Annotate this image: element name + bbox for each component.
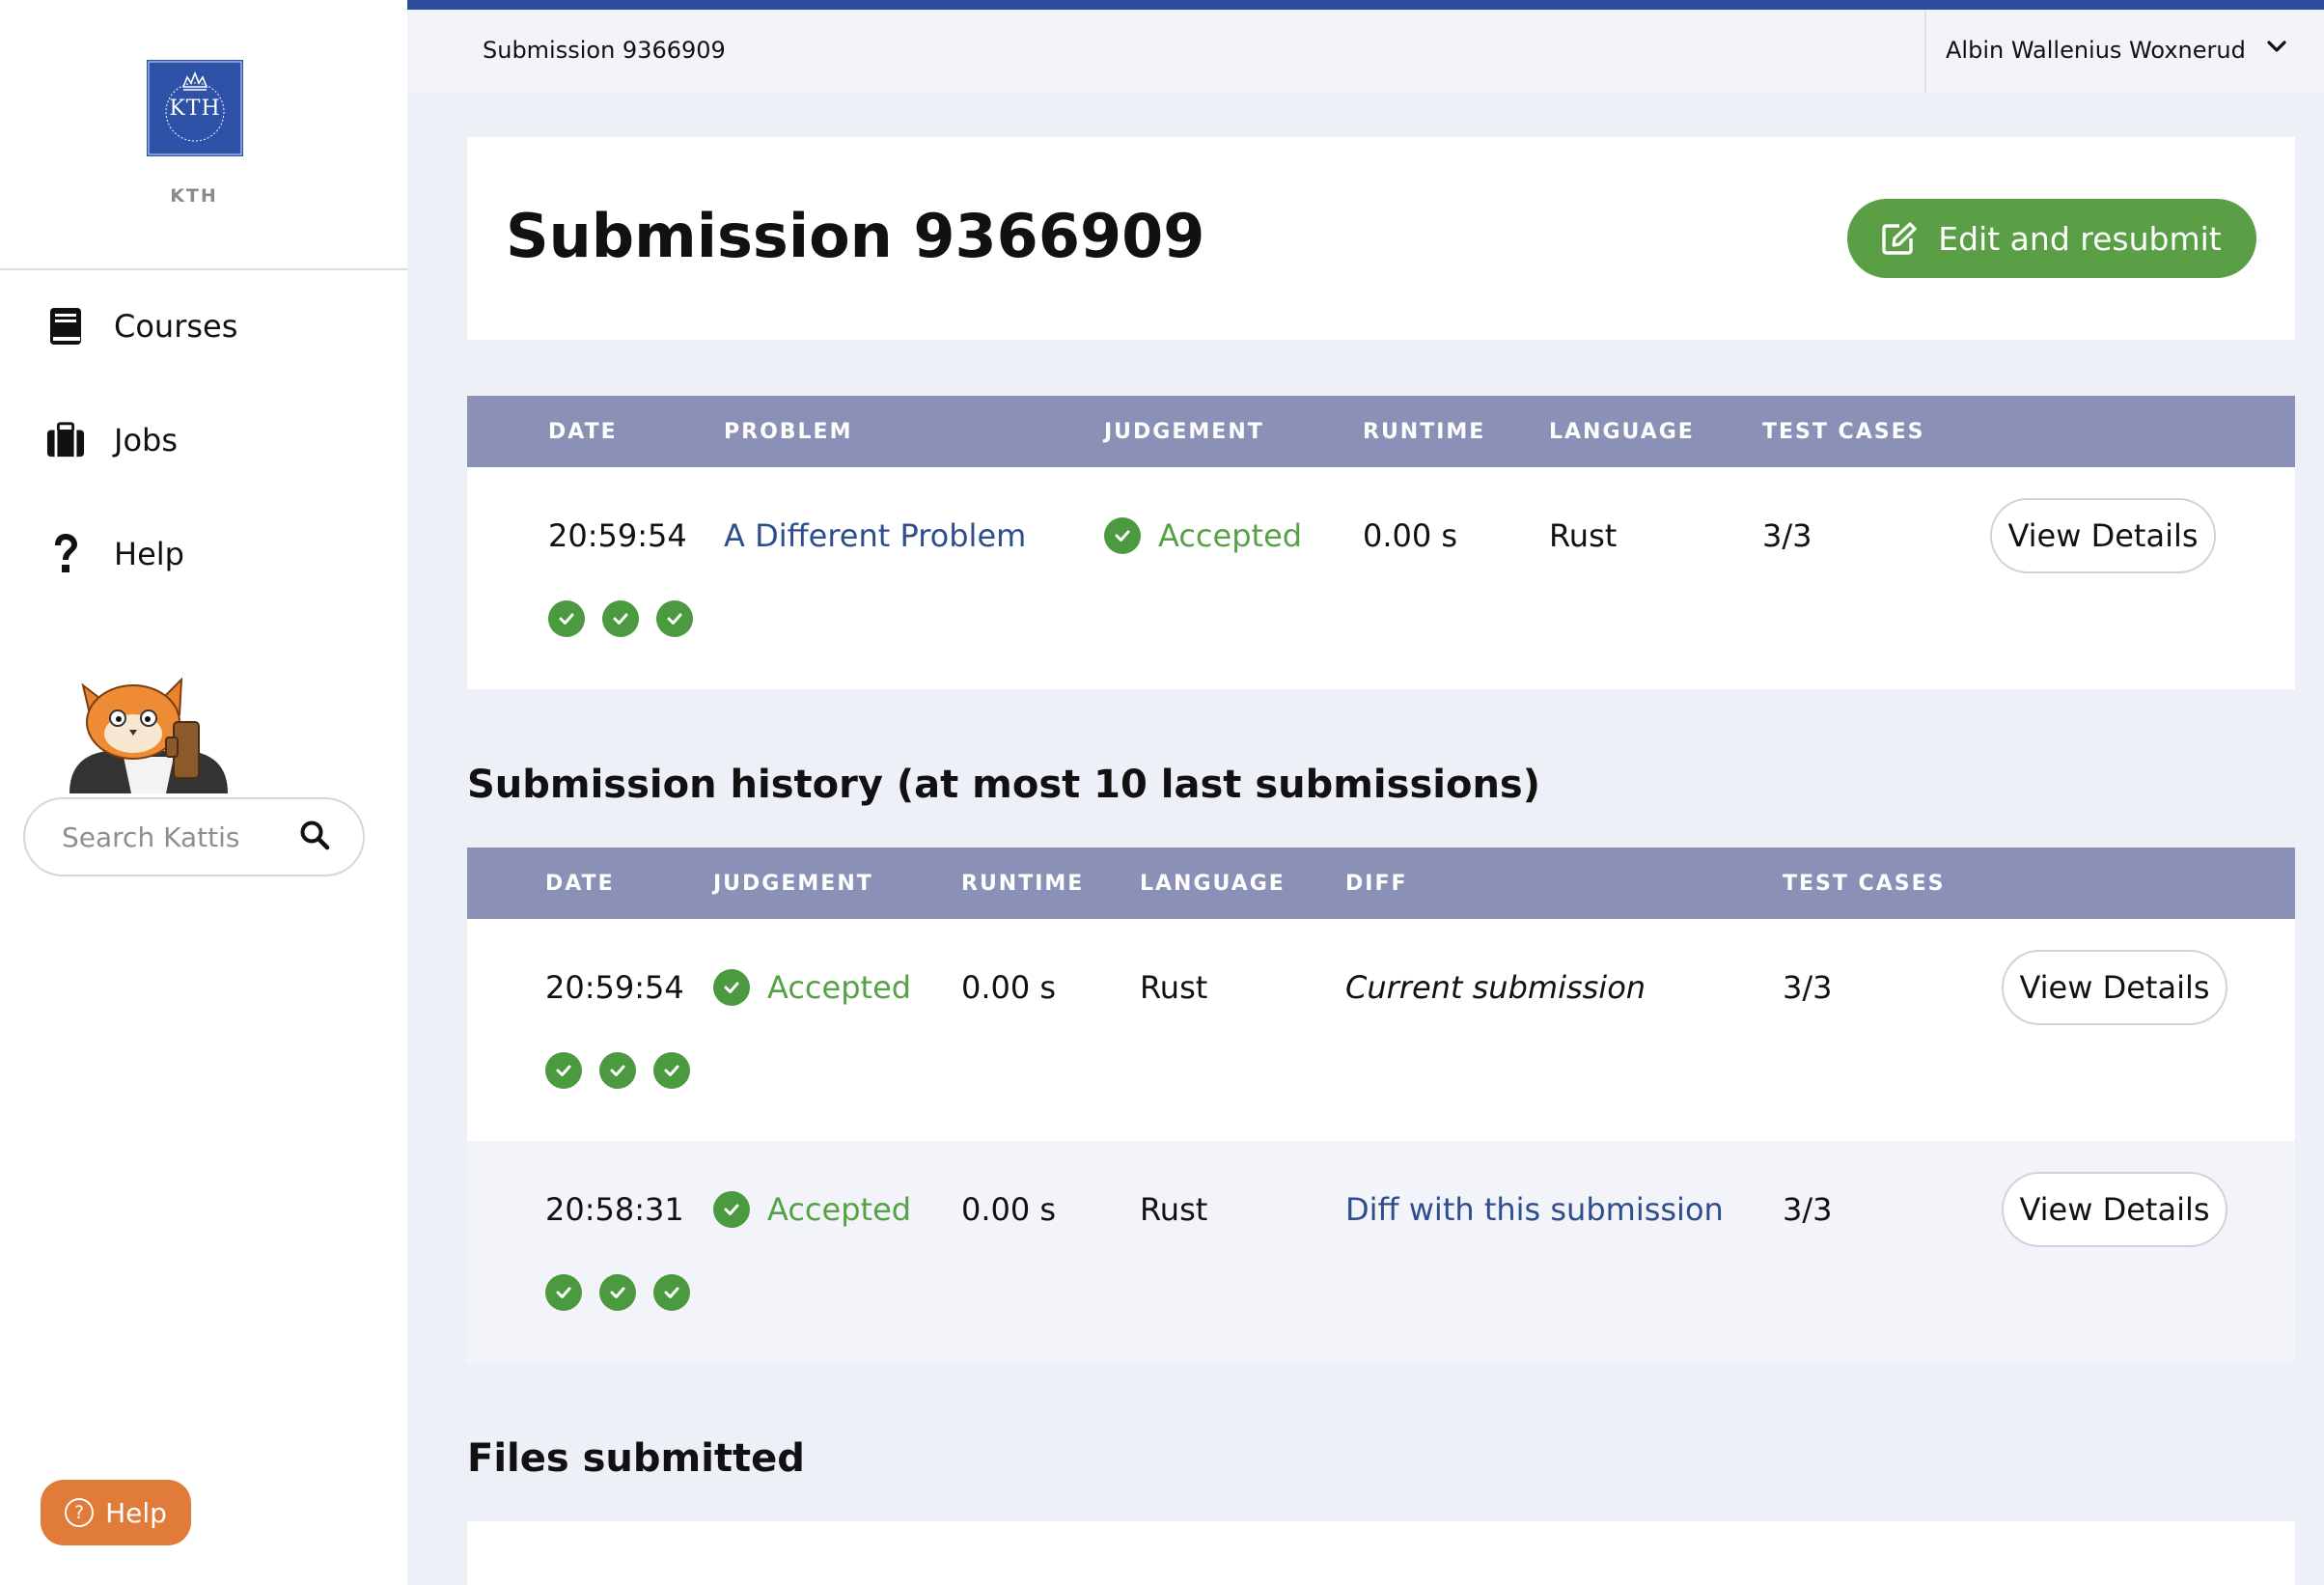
breadcrumb[interactable]: Submission 9366909	[483, 37, 726, 64]
history-table: DATE JUDGEMENT RUNTIME LANGUAGE DIFF TES…	[467, 848, 2295, 1363]
sidebar-item-help[interactable]: Help	[46, 525, 184, 583]
page-title: Submission 9366909	[506, 201, 1205, 271]
runtime-cell: 0.00 s	[1363, 517, 1458, 554]
edit-icon	[1882, 222, 1917, 255]
help-widget-label: Help	[105, 1496, 167, 1529]
test-passed-icon[interactable]	[656, 600, 693, 637]
sidebar-item-label: Help	[114, 536, 184, 572]
judgement-cell: Accepted	[1104, 517, 1302, 554]
question-circle-icon: ?	[65, 1498, 95, 1527]
sidebar-divider	[0, 268, 407, 270]
column-header-date: DATE	[545, 872, 615, 896]
top-bar: Submission 9366909 Albin Wallenius Woxne…	[407, 10, 2324, 93]
diff-link[interactable]: Diff with this submission	[1345, 1191, 1724, 1228]
search-icon[interactable]	[299, 820, 330, 854]
column-header-judgement: JUDGEMENT	[1104, 420, 1264, 444]
sidebar-item-jobs[interactable]: Jobs	[46, 411, 178, 469]
column-header-runtime: RUNTIME	[961, 872, 1085, 896]
book-icon	[46, 307, 85, 346]
language-cell: Rust	[1549, 517, 1618, 554]
column-header-runtime: RUNTIME	[1363, 420, 1486, 444]
test-passed-icon[interactable]	[602, 600, 639, 637]
column-header-diff: DIFF	[1345, 872, 1408, 896]
test-cases-cell: 3/3	[1783, 1191, 1833, 1228]
column-header-test-cases: TEST CASES	[1762, 420, 1925, 444]
test-passed-icon[interactable]	[545, 1052, 582, 1089]
judgement-cell: Accepted	[713, 1191, 911, 1228]
check-icon	[713, 969, 750, 1006]
divider	[1924, 10, 1926, 93]
judgement-cell: Accepted	[713, 969, 911, 1006]
test-passed-icon[interactable]	[653, 1274, 690, 1311]
column-header-date: DATE	[548, 420, 618, 444]
column-header-language: LANGUAGE	[1549, 420, 1695, 444]
check-icon	[713, 1191, 750, 1228]
table-row: 20:59:54 Accepted 0.00 s Rust Current su…	[467, 919, 2295, 1141]
diff-cell: Current submission	[1345, 969, 1646, 1006]
test-passed-icon[interactable]	[599, 1052, 636, 1089]
test-case-results	[545, 1052, 707, 1089]
test-passed-icon[interactable]	[548, 600, 585, 637]
judgement-text: Accepted	[767, 969, 912, 1006]
table-row: 20:59:54 A Different Problem Accepted 0.…	[467, 467, 2295, 689]
table-header: DATE PROBLEM JUDGEMENT RUNTIME LANGUAGE …	[467, 396, 2295, 467]
judgement-text: Accepted	[767, 1191, 912, 1228]
language-cell: Rust	[1140, 969, 1208, 1006]
sidebar: KTH KTH Courses Jobs Help Search Kattis …	[0, 0, 407, 1585]
kth-logo[interactable]: KTH	[147, 60, 243, 156]
runtime-cell: 0.00 s	[961, 1191, 1057, 1228]
test-passed-icon[interactable]	[599, 1274, 636, 1311]
search-box[interactable]	[23, 797, 365, 876]
user-menu[interactable]: Albin Wallenius Woxnerud	[1946, 37, 2246, 64]
edit-and-resubmit-button[interactable]: Edit and resubmit	[1847, 199, 2256, 278]
kattis-mascot-image	[69, 677, 228, 793]
test-cases-cell: 3/3	[1762, 517, 1812, 554]
table-header: DATE JUDGEMENT RUNTIME LANGUAGE DIFF TES…	[467, 848, 2295, 919]
problem-link[interactable]: A Different Problem	[724, 517, 1026, 554]
view-details-button[interactable]: View Details	[1990, 498, 2216, 573]
chevron-down-icon[interactable]	[2266, 39, 2287, 58]
view-details-button[interactable]: View Details	[2002, 950, 2227, 1025]
test-case-results	[548, 600, 710, 637]
edit-button-label: Edit and resubmit	[1938, 219, 2222, 258]
column-header-language: LANGUAGE	[1140, 872, 1286, 896]
date-cell: 20:59:54	[548, 517, 687, 554]
column-header-judgement: JUDGEMENT	[713, 872, 873, 896]
column-header-problem: PROBLEM	[724, 420, 853, 444]
test-passed-icon[interactable]	[545, 1274, 582, 1311]
test-case-results	[545, 1274, 707, 1311]
question-icon	[46, 533, 85, 575]
briefcase-icon	[46, 422, 85, 459]
sidebar-item-label: Jobs	[114, 422, 178, 459]
submission-table: DATE PROBLEM JUDGEMENT RUNTIME LANGUAGE …	[467, 396, 2295, 689]
sidebar-item-label: Courses	[114, 308, 238, 345]
files-card	[467, 1521, 2295, 1585]
test-cases-cell: 3/3	[1783, 969, 1833, 1006]
date-cell: 20:59:54	[545, 969, 684, 1006]
runtime-cell: 0.00 s	[961, 969, 1057, 1006]
test-passed-icon[interactable]	[653, 1052, 690, 1089]
check-icon	[1104, 517, 1141, 554]
logo-caption: KTH	[170, 185, 218, 207]
table-row: 20:58:31 Accepted 0.00 s Rust Diff with …	[467, 1141, 2295, 1363]
top-accent-stripe	[407, 0, 2324, 10]
view-details-button[interactable]: View Details	[2002, 1172, 2227, 1247]
help-widget-button[interactable]: ? Help	[41, 1480, 191, 1545]
judgement-text: Accepted	[1158, 517, 1303, 554]
date-cell: 20:58:31	[545, 1191, 684, 1228]
search-input[interactable]	[60, 820, 299, 854]
column-header-test-cases: TEST CASES	[1783, 872, 1946, 896]
files-heading: Files submitted	[467, 1436, 805, 1481]
logo-text: KTH	[169, 96, 221, 121]
sidebar-item-courses[interactable]: Courses	[46, 297, 237, 355]
history-heading: Submission history (at most 10 last subm…	[467, 763, 1541, 807]
language-cell: Rust	[1140, 1191, 1208, 1228]
title-card: Submission 9366909 Edit and resubmit	[467, 137, 2295, 340]
